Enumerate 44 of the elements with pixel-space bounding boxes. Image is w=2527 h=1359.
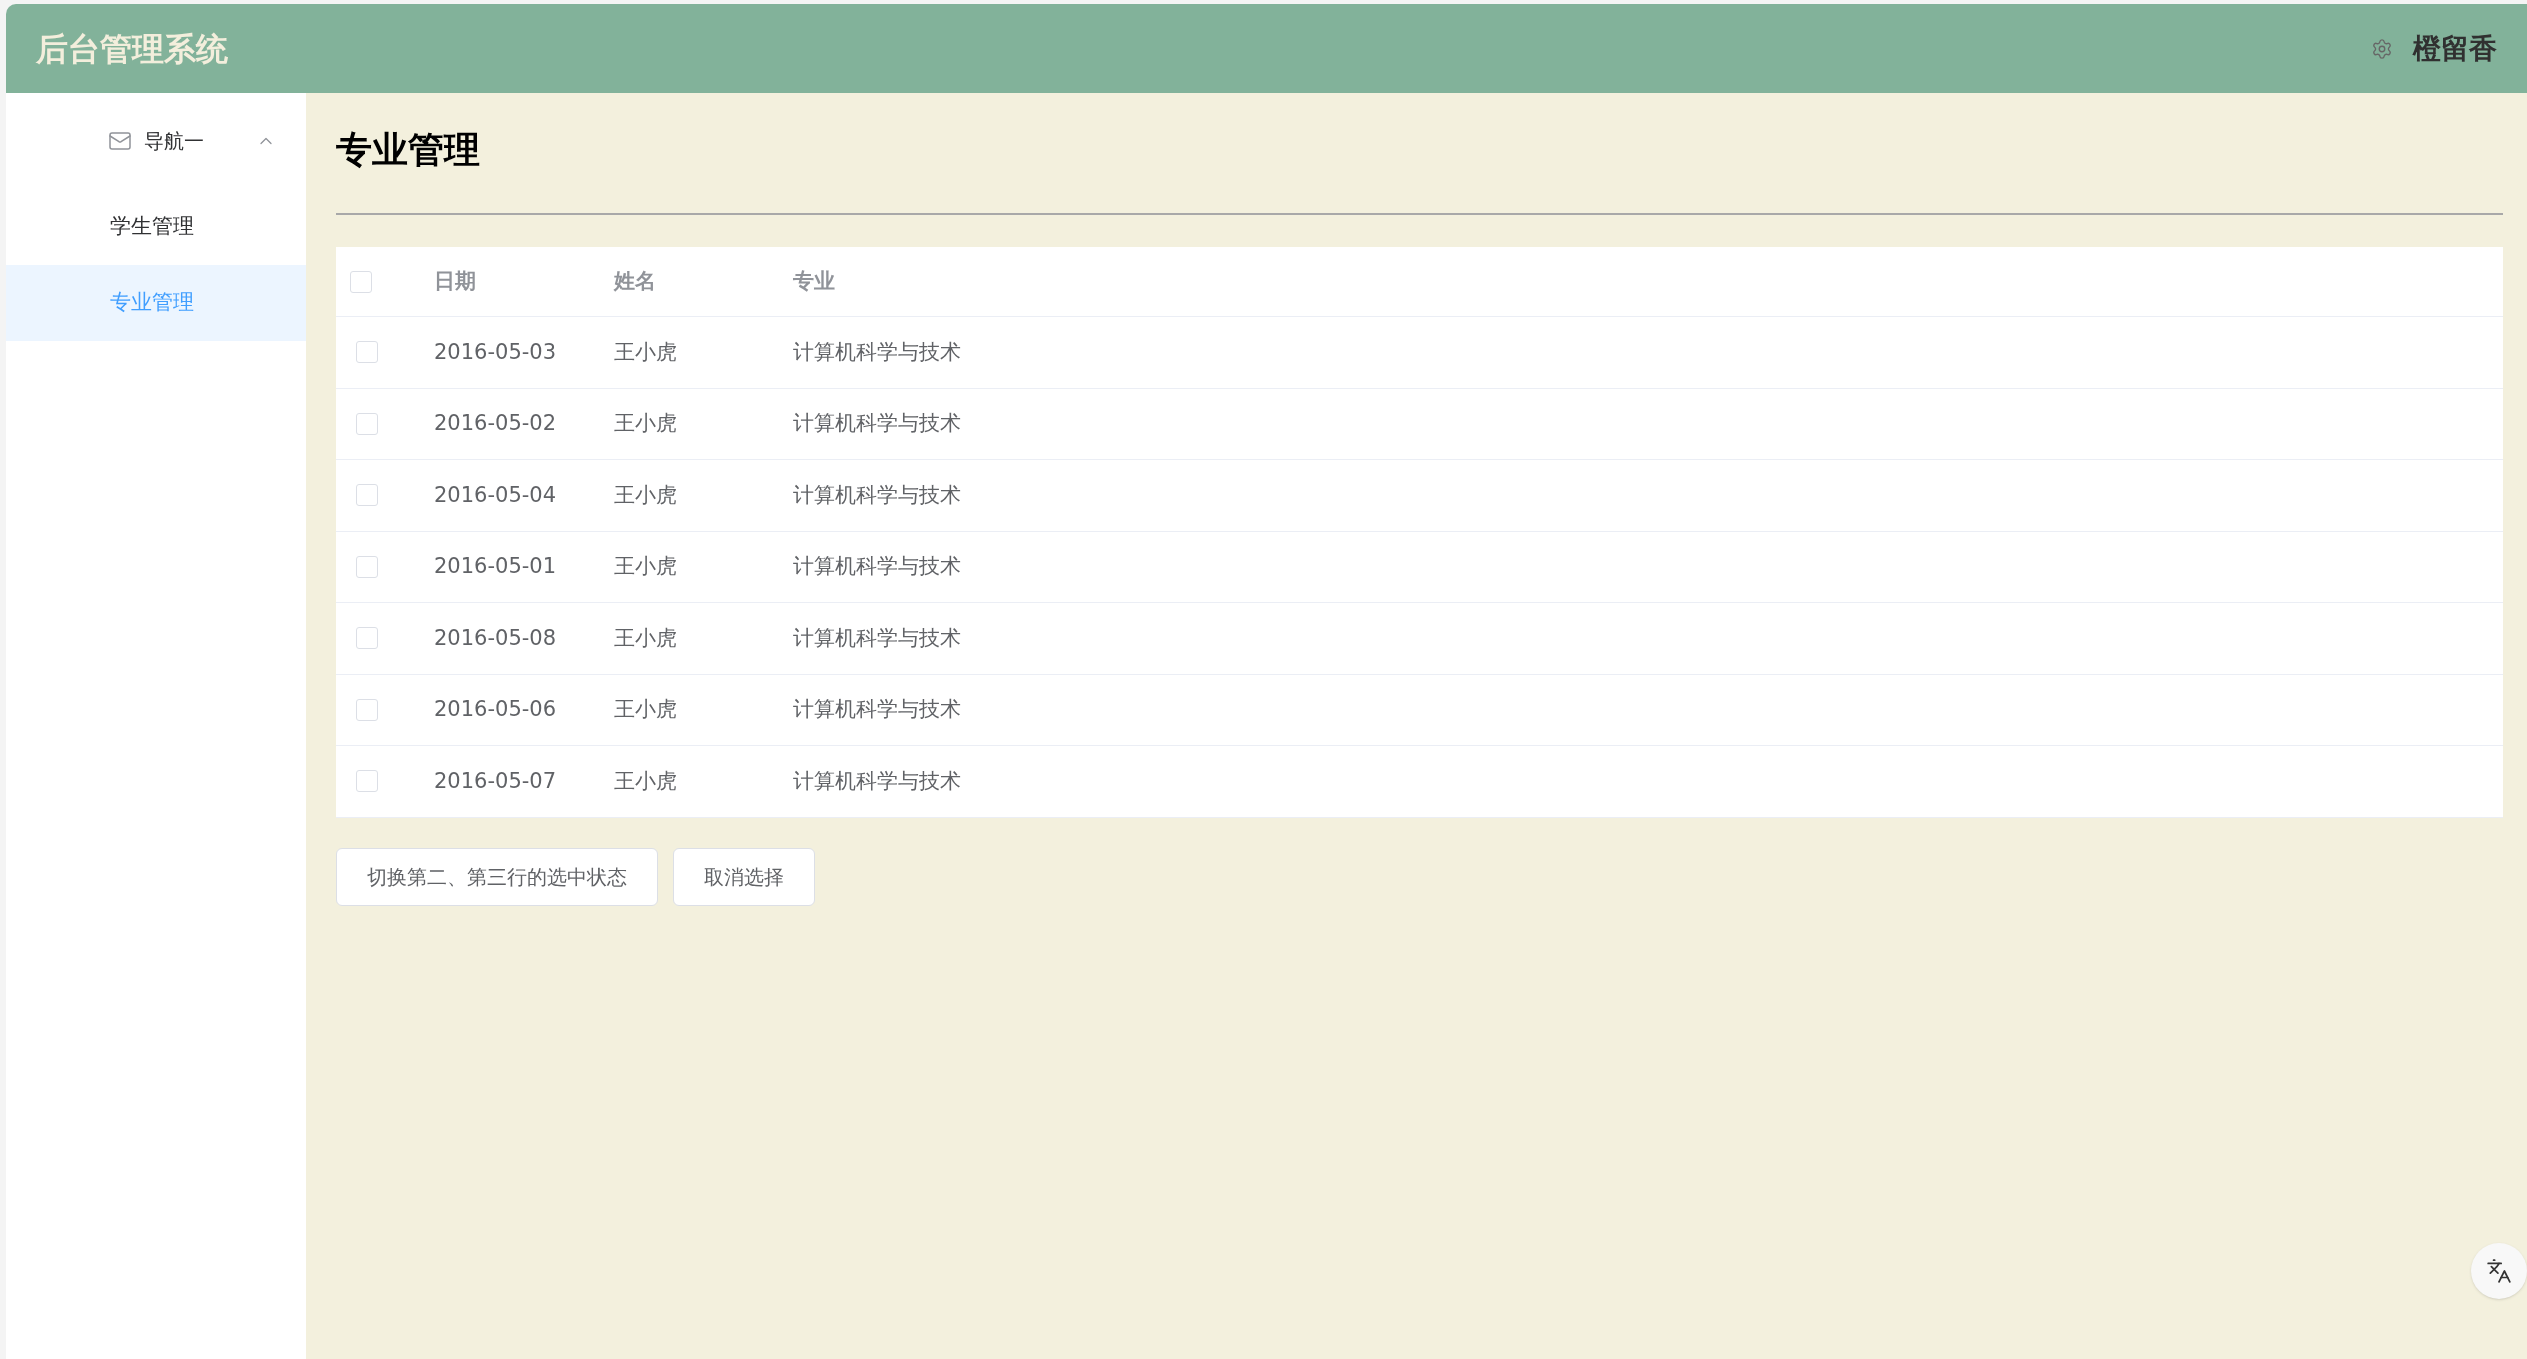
mail-icon	[108, 129, 132, 153]
checkbox[interactable]	[350, 270, 372, 293]
checkbox[interactable]	[356, 341, 378, 364]
column-header: 姓名	[614, 268, 656, 293]
table-cell: 王小虎	[614, 339, 677, 364]
page-title: 专业管理	[336, 128, 481, 172]
nav-group-label: 导航一	[144, 128, 204, 155]
sidebar-item[interactable]: 学生管理	[6, 189, 306, 265]
table-cell: 计算机科学与技术	[793, 339, 961, 364]
nav-group[interactable]: 导航一	[6, 113, 306, 169]
app-title: 后台管理系统	[36, 28, 228, 70]
table-cell: 王小虎	[614, 482, 677, 507]
translate-icon	[2486, 1258, 2512, 1284]
table-cell: 王小虎	[614, 625, 677, 650]
table-cell: 2016-05-01	[434, 554, 557, 578]
table-cell: 2016-05-06	[434, 697, 557, 721]
settings-icon[interactable]	[2371, 37, 2393, 60]
table-cell: 计算机科学与技术	[793, 554, 961, 578]
translate-button[interactable]	[2471, 1243, 2527, 1299]
table-cell: 计算机科学与技术	[793, 697, 961, 721]
user-name: 橙留香	[2413, 30, 2497, 67]
column-header: 日期	[434, 268, 476, 293]
table-cell: 计算机科学与技术	[793, 482, 961, 507]
table-cell: 计算机科学与技术	[793, 768, 961, 793]
table-cell: 王小虎	[614, 554, 677, 578]
checkbox[interactable]	[356, 698, 378, 721]
checkbox[interactable]	[356, 627, 378, 650]
checkbox[interactable]	[356, 555, 378, 578]
table-cell: 计算机科学与技术	[793, 625, 961, 650]
table-cell: 王小虎	[614, 411, 677, 435]
table-cell: 2016-05-08	[434, 625, 557, 650]
column-header: 专业	[793, 268, 835, 293]
checkbox[interactable]	[356, 412, 378, 435]
table-cell: 计算机科学与技术	[793, 411, 961, 435]
checkbox[interactable]	[356, 484, 378, 507]
action-button[interactable]: 取消选择	[673, 847, 815, 906]
table-cell: 2016-05-03	[434, 339, 557, 364]
action-button[interactable]: 切换第二、第三行的选中状态	[336, 847, 658, 906]
table-cell: 王小虎	[614, 768, 677, 793]
table-cell: 2016-05-07	[434, 768, 557, 793]
table-cell: 2016-05-04	[434, 482, 557, 507]
table-cell: 王小虎	[614, 697, 677, 721]
checkbox[interactable]	[356, 770, 378, 793]
table-cell: 2016-05-02	[434, 411, 557, 435]
